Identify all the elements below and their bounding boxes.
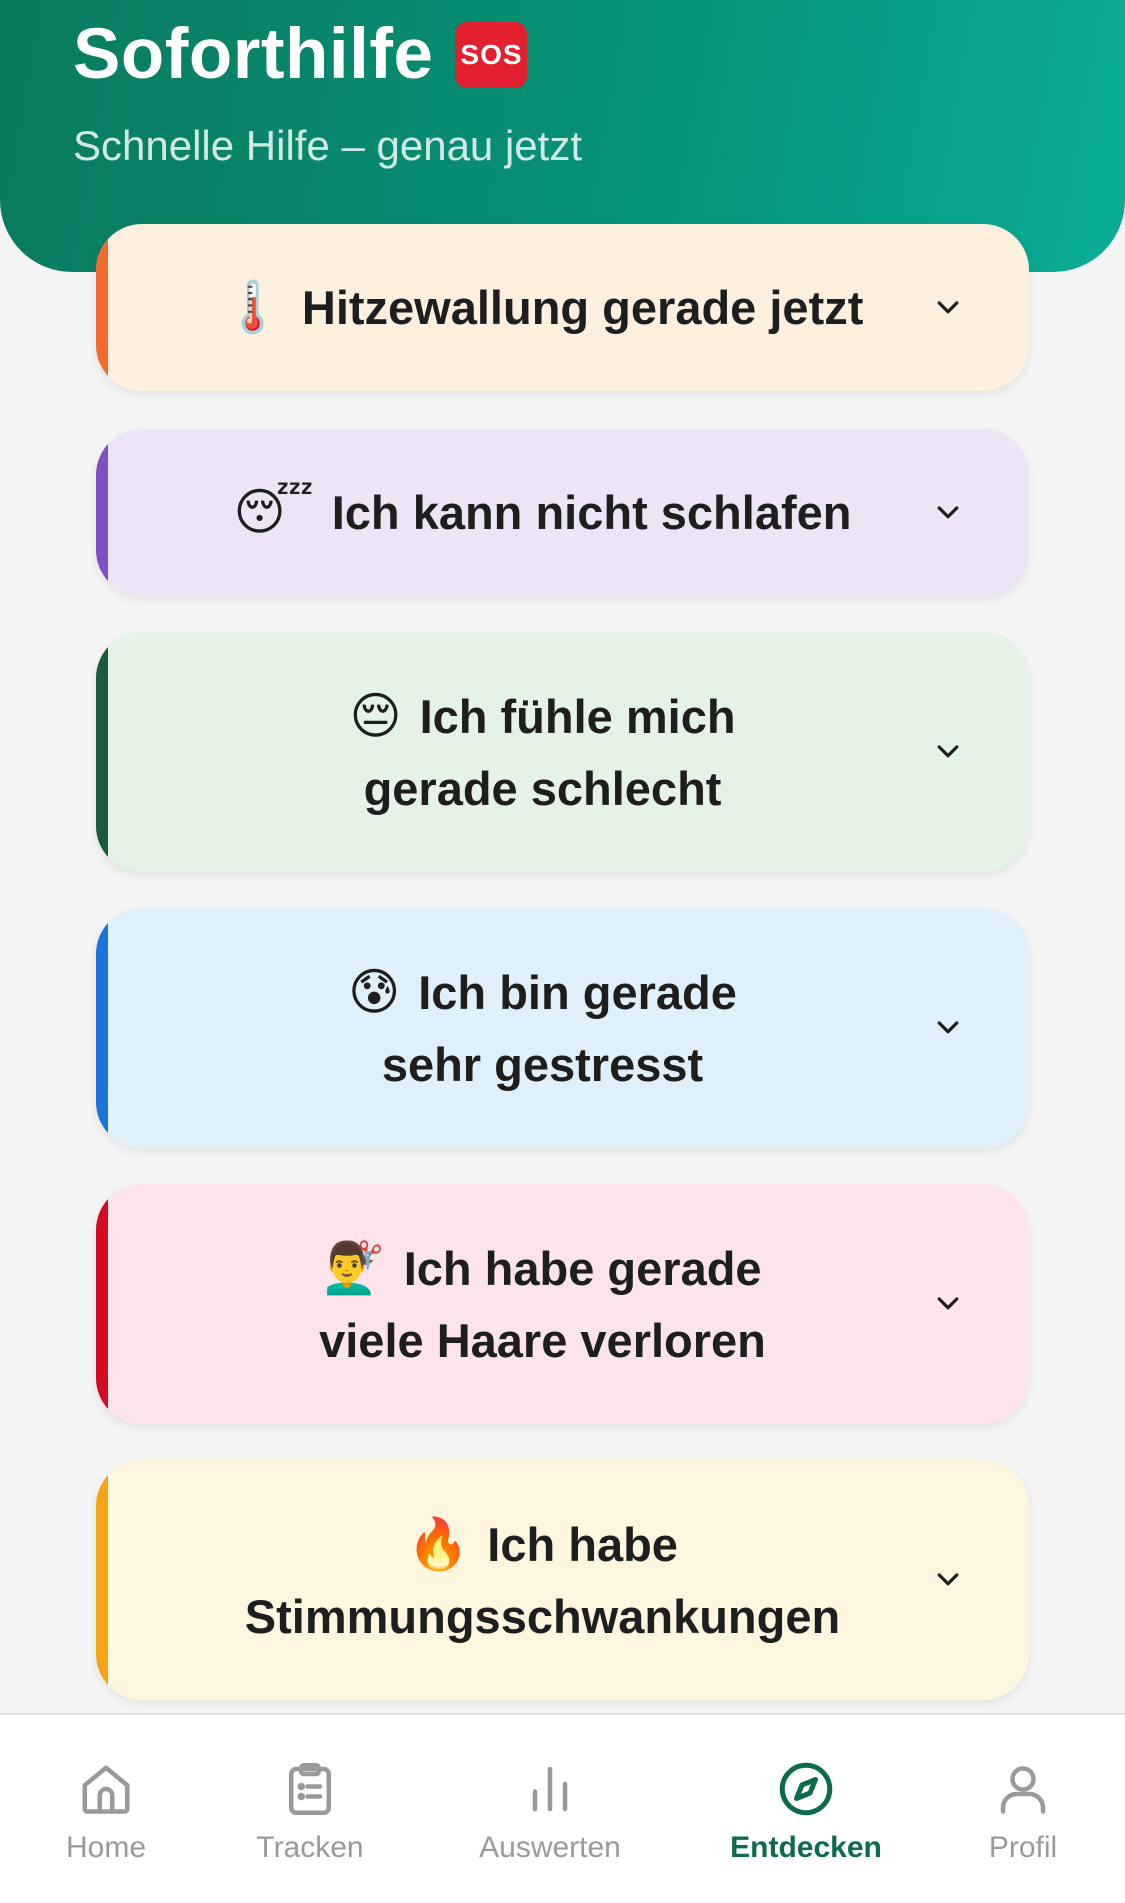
card-label: 🌡️ Hitzewallung gerade jetzt bbox=[221, 279, 864, 335]
tab-entdecken[interactable]: Entdecken bbox=[718, 1715, 894, 1903]
thermometer-icon: 🌡️ bbox=[221, 279, 284, 335]
card-label: 🔥 Ich habe Stimmungsschwankungen bbox=[244, 1515, 841, 1643]
anxious-face-icon: 😰 bbox=[348, 963, 401, 1020]
help-card-hair-loss[interactable]: 💇‍♂️ Ich habe gerade viele Haare verloren bbox=[96, 1184, 1029, 1424]
header-title: Soforthilfe bbox=[73, 15, 434, 94]
help-card-hot-flash[interactable]: 🌡️ Hitzewallung gerade jetzt bbox=[96, 224, 1029, 391]
tab-home-label: Home bbox=[65, 1831, 147, 1864]
page-title: Soforthilfe SOS bbox=[73, 14, 528, 95]
haircut-icon: 💇‍♂️ bbox=[323, 1239, 386, 1296]
card-label: 😰 Ich bin gerade sehr gestresst bbox=[348, 963, 737, 1091]
compass-icon bbox=[779, 1762, 833, 1816]
chevron-down-icon bbox=[937, 1573, 959, 1586]
chevron-down-icon bbox=[937, 505, 959, 518]
sleeping-face-icon: 😴 bbox=[233, 484, 314, 540]
tab-profil[interactable]: Profil bbox=[960, 1715, 1086, 1903]
tab-profil-label: Profil bbox=[988, 1831, 1058, 1864]
bottom-tab-bar: Home Tracken Auswerten Entdecken Profil bbox=[0, 1713, 1125, 1903]
card-label: 💇‍♂️ Ich habe gerade viele Haare verloren bbox=[319, 1239, 766, 1367]
chevron-down-icon bbox=[937, 300, 959, 313]
chevron-down-icon bbox=[937, 1021, 959, 1034]
help-card-feeling-bad[interactable]: 😔 Ich fühle mich gerade schlecht bbox=[96, 632, 1029, 872]
home-icon bbox=[82, 1765, 130, 1814]
bar-chart-icon bbox=[532, 1766, 568, 1812]
tab-tracken-label: Tracken bbox=[256, 1831, 364, 1864]
tab-auswerten[interactable]: Auswerten bbox=[462, 1715, 638, 1903]
help-card-mood-swings[interactable]: 🔥 Ich habe Stimmungsschwankungen bbox=[96, 1460, 1029, 1700]
sos-icon: SOS bbox=[455, 21, 528, 88]
help-card-stressed[interactable]: 😰 Ich bin gerade sehr gestresst bbox=[96, 908, 1029, 1148]
chevron-down-icon bbox=[937, 1297, 959, 1310]
header-subtitle: Schnelle Hilfe – genau jetzt bbox=[73, 122, 582, 169]
card-label: 😔 Ich fühle mich gerade schlecht bbox=[349, 687, 736, 815]
tab-home[interactable]: Home bbox=[46, 1715, 166, 1903]
help-card-sleep[interactable]: 😴 Ich kann nicht schlafen bbox=[96, 429, 1029, 596]
tab-entdecken-label: Entdecken bbox=[730, 1831, 882, 1864]
pensive-face-icon: 😔 bbox=[349, 687, 402, 744]
chevron-down-icon bbox=[937, 745, 959, 758]
tab-auswerten-label: Auswerten bbox=[479, 1831, 621, 1864]
tab-tracken[interactable]: Tracken bbox=[240, 1715, 380, 1903]
card-label: 😴 Ich kann nicht schlafen bbox=[233, 484, 852, 540]
user-icon bbox=[1000, 1766, 1046, 1814]
clipboard-icon bbox=[289, 1763, 331, 1815]
fire-icon: 🔥 bbox=[407, 1515, 470, 1572]
